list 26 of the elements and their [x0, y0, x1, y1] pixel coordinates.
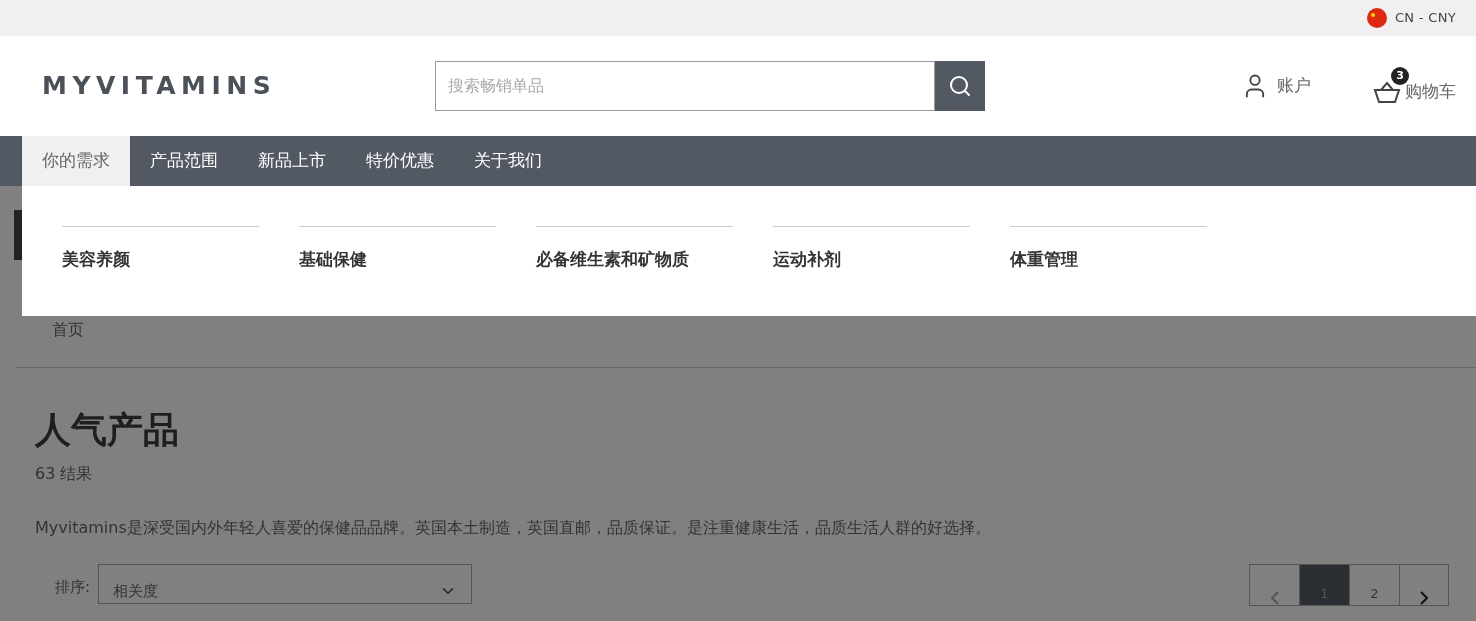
nav-tab[interactable]: 新品上市 [238, 136, 346, 186]
cart-count-badge: 3 [1391, 67, 1409, 86]
category-link[interactable]: 美容养颜 [62, 249, 130, 269]
nav-tab[interactable]: 产品范围 [130, 136, 238, 186]
chevron-right-icon [1420, 591, 1428, 605]
region-selector[interactable]: CN - CNY [1394, 8, 1456, 28]
basket-icon [1373, 80, 1401, 104]
nav-tab[interactable]: 特价优惠 [346, 136, 454, 186]
category-link[interactable]: 体重管理 [1010, 249, 1078, 269]
nav-tab[interactable]: 你的需求 [22, 136, 130, 186]
result-count: 63 结果 [35, 463, 93, 485]
nav-tab[interactable]: 关于我们 [454, 136, 562, 186]
account-link[interactable]: 账户 [1241, 72, 1311, 100]
cart-link[interactable]: 购物车 3 [1373, 67, 1458, 105]
page-title: 人气产品 [35, 408, 179, 452]
flag-icon [1366, 8, 1387, 28]
category-link[interactable]: 运动补剂 [773, 249, 841, 269]
logo[interactable]: MYVITAMINS [42, 67, 435, 105]
search-field[interactable]: 搜索畅销单品 [435, 61, 935, 111]
search-icon [948, 74, 972, 98]
category-link[interactable]: 必备维生素和矿物质 [536, 249, 689, 269]
sort-value: 相关度 [113, 580, 159, 602]
description-text: Myvitamins是深受国内外年轻人喜爱的保健品品牌。英国本土制造，英国直邮，品质保证。是注重健康生活，品质生活人群的好选择。 [35, 517, 991, 539]
sort-label: 排序: [55, 577, 91, 598]
search-button[interactable] [935, 61, 985, 111]
category-link[interactable]: 基础保健 [299, 249, 367, 269]
